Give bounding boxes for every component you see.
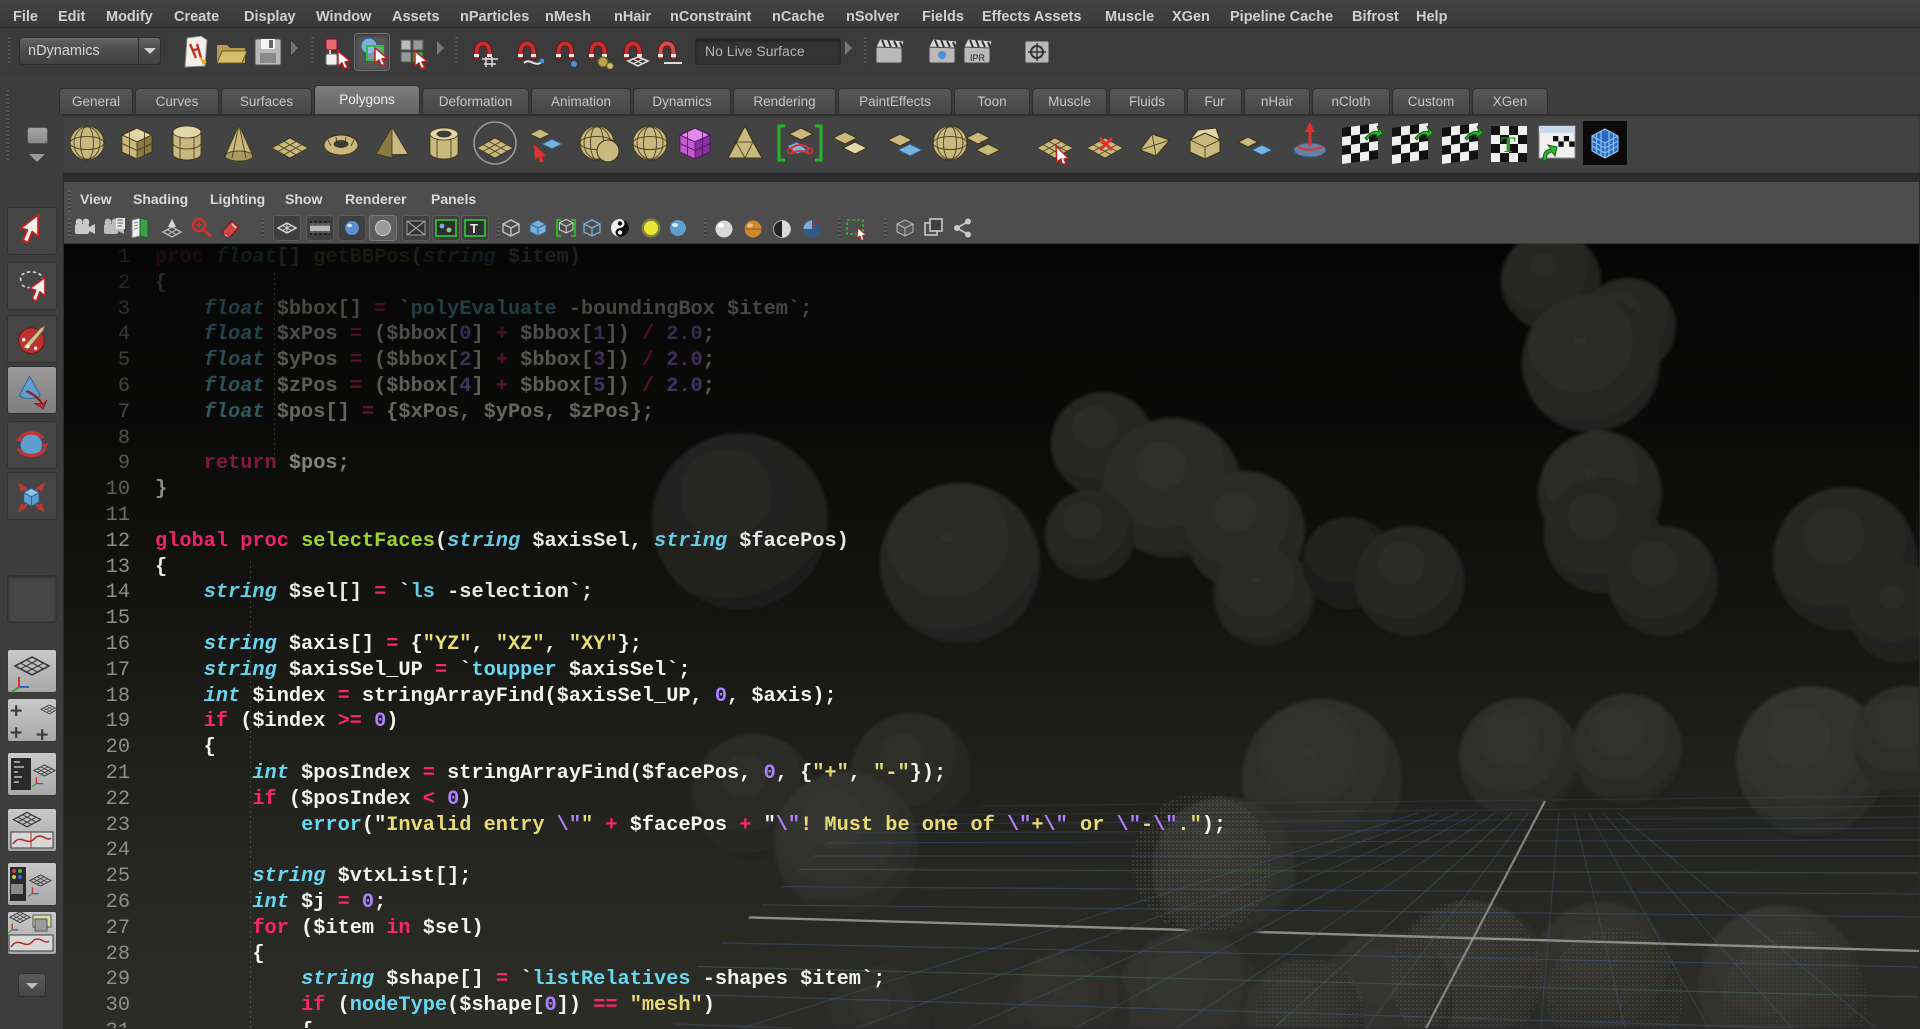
- svg-text:T: T: [1501, 132, 1516, 157]
- svg-text:IPR: IPR: [970, 53, 986, 63]
- svg-text:T: T: [470, 221, 478, 236]
